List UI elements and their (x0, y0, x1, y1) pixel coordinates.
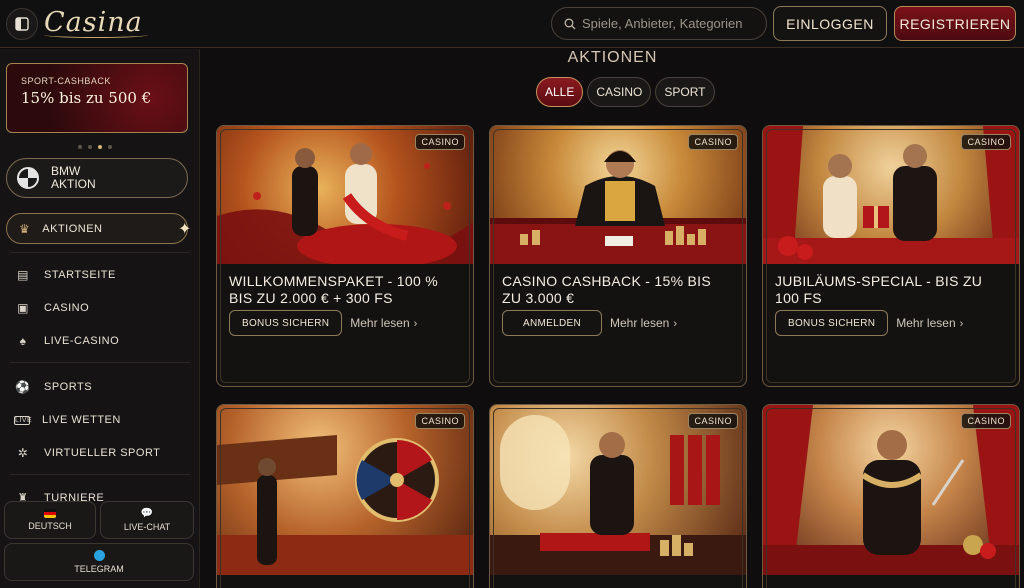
language-label: DEUTSCH (28, 521, 72, 531)
bmw-logo-icon (17, 167, 39, 189)
bmw-aktion-button[interactable]: BMW AKTION (6, 158, 188, 198)
more-link-label: Mehr lesen (609, 316, 670, 330)
chevron-right-icon: › (673, 318, 678, 330)
sidebar-item-sports[interactable]: ⚽ SPORTS (14, 377, 92, 397)
germany-flag-icon (44, 509, 56, 518)
sidebar-item-label: SPORTS (44, 381, 93, 393)
page-title: AKTIONEN (567, 49, 658, 66)
sidebar-toggle-icon (15, 17, 29, 31)
filter-tab-alle[interactable]: ALLE (536, 77, 584, 107)
carousel-dot[interactable] (108, 145, 112, 149)
language-button[interactable]: DEUTSCH (4, 501, 96, 539)
live-chat-label: LIVE-CHAT (123, 522, 171, 532)
category-badge: CASINO (961, 413, 1011, 429)
sidebar-item-live-wetten[interactable]: LIVE LIVE WETTEN (14, 410, 121, 430)
more-link-label: Mehr lesen (896, 316, 956, 330)
search-placeholder: Spiele, Anbieter, Kategorien (582, 16, 743, 31)
telegram-label: TELEGRAM (74, 564, 124, 574)
cards-icon: ♠ (19, 334, 27, 348)
sidebar-item-aktionen[interactable]: ♛ AKTIONEN (6, 213, 188, 244)
category-badge: CASINO (688, 413, 738, 429)
category-badge: CASINO (688, 134, 738, 150)
more-link-label: Mehr lesen (350, 316, 410, 330)
sidebar-item-label: LIVE WETTEN (42, 414, 121, 426)
crown-icon: ♛ (19, 221, 31, 236)
promo-card-title: CASINO CASHBACK - 15% BIS ZU 3.000 € (502, 273, 712, 306)
sidebar-item-label: CASINO (44, 302, 90, 314)
category-badge: CASINO (961, 134, 1011, 150)
register-button[interactable]: REGISTRIEREN (894, 6, 1016, 41)
promo-card-image: CASINO (217, 126, 473, 264)
banner-title: 15% bis zu 500 € (21, 89, 152, 107)
torero-gold-illustration (763, 405, 1019, 575)
search-icon (564, 18, 576, 29)
divider (10, 252, 190, 253)
divider (10, 474, 190, 475)
more-link[interactable]: Mehr lesen › (610, 316, 677, 330)
promo-card[interactable]: CASINO (216, 404, 474, 588)
category-badge: CASINO (415, 134, 465, 150)
bonus-sichern-button[interactable]: BONUS SICHERN (775, 310, 889, 336)
bonus-sichern-button[interactable]: BONUS SICHERN (229, 310, 343, 336)
sparkle-icon: ✦ (178, 221, 192, 238)
live-chat-button[interactable]: 💬 LIVE-CHAT (100, 501, 194, 539)
category-badge: CASINO (415, 413, 465, 429)
sidebar-item-startseite[interactable]: ▤ STARTSEITE (14, 265, 116, 285)
sidebar-item-live-casino[interactable]: ♠ LIVE-CASINO (14, 331, 119, 351)
carousel-dot-active[interactable] (98, 145, 102, 149)
ball-icon: ⚽ (15, 380, 31, 394)
sidebar-item-virtueller-sport[interactable]: ✲ VIRTUELLER SPORT (14, 443, 160, 463)
chat-bubble-icon: 💬 (140, 508, 154, 519)
login-button[interactable]: EINLOGGEN (773, 6, 887, 41)
logo-swash-decoration (44, 32, 148, 38)
promo-card[interactable]: CASINO JUBILÄUMS-SPECIAL - BIS ZU 100 FS… (762, 125, 1020, 387)
promo-card-image: CASINO (763, 126, 1019, 264)
sidebar-item-casino[interactable]: ▣ CASINO (14, 298, 89, 318)
bmw-label-line2: AKTION (51, 177, 96, 191)
telegram-button[interactable]: TELEGRAM (4, 543, 194, 581)
top-header: Casina Spiele, Anbieter, Kategorien EINL… (0, 0, 1024, 48)
promo-card-image: CASINO (217, 405, 473, 575)
sidebar-item-label: VIRTUELLER SPORT (44, 447, 161, 459)
filter-tab-casino[interactable]: CASINO (587, 77, 652, 107)
promo-card-title: WILLKOMMENSPAKET - 100 % BIS ZU 2.000 € … (229, 273, 438, 306)
sidebar-item-label: AKTIONEN (42, 222, 103, 235)
torero-table-illustration (490, 415, 746, 575)
sidebar-toggle-button[interactable] (6, 8, 38, 40)
carousel-dot[interactable] (88, 145, 92, 149)
sidebar: SPORT-CASHBACK 15% bis zu 500 € BMW AKTI… (0, 49, 200, 588)
carousel-dot[interactable] (78, 145, 82, 149)
sidebar-item-label: LIVE-CASINO (44, 335, 120, 347)
promo-card[interactable]: CASINO WILLKOMMENSPAKET - 100 % BIS ZU 2… (216, 125, 474, 387)
promo-card-title: JUBILÄUMS-SPECIAL - BIS ZU 100 FS (775, 273, 983, 306)
banner-carousel-dots (78, 145, 112, 149)
main-content: AKTIONEN ALLE CASINO SPORT CASINO WILLKO… (201, 49, 1024, 588)
promo-card[interactable]: CASINO (489, 404, 747, 588)
promo-card-image: CASINO (490, 405, 746, 575)
promo-card-image: CASINO (490, 126, 746, 264)
wheel-arena-illustration (217, 435, 473, 575)
banner-subtitle: SPORT-CASHBACK (21, 76, 111, 86)
live-icon: LIVE (14, 415, 33, 425)
home-icon: ▤ (17, 268, 29, 282)
promo-card-image: CASINO (763, 405, 1019, 575)
promo-card[interactable]: CASINO (762, 404, 1020, 588)
sport-cashback-banner[interactable]: SPORT-CASHBACK 15% bis zu 500 € (6, 63, 188, 133)
promo-filter-tabs: ALLE CASINO SPORT (536, 77, 715, 107)
virtual-icon: ✲ (17, 446, 29, 460)
chevron-right-icon: › (959, 318, 964, 330)
sidebar-item-label: STARTSEITE (44, 269, 116, 281)
slot-icon: ▣ (17, 301, 29, 315)
anmelden-button[interactable]: ANMELDEN (502, 310, 602, 336)
more-link[interactable]: Mehr lesen › (896, 316, 963, 330)
promo-card[interactable]: CASINO CASINO CASHBACK - 15% BIS ZU 3.00… (489, 125, 747, 387)
telegram-icon (93, 550, 105, 561)
divider (10, 362, 190, 363)
search-input[interactable]: Spiele, Anbieter, Kategorien (551, 7, 767, 40)
more-link[interactable]: Mehr lesen › (350, 316, 417, 330)
filter-tab-sport[interactable]: SPORT (655, 77, 715, 107)
chevron-right-icon: › (413, 318, 418, 330)
